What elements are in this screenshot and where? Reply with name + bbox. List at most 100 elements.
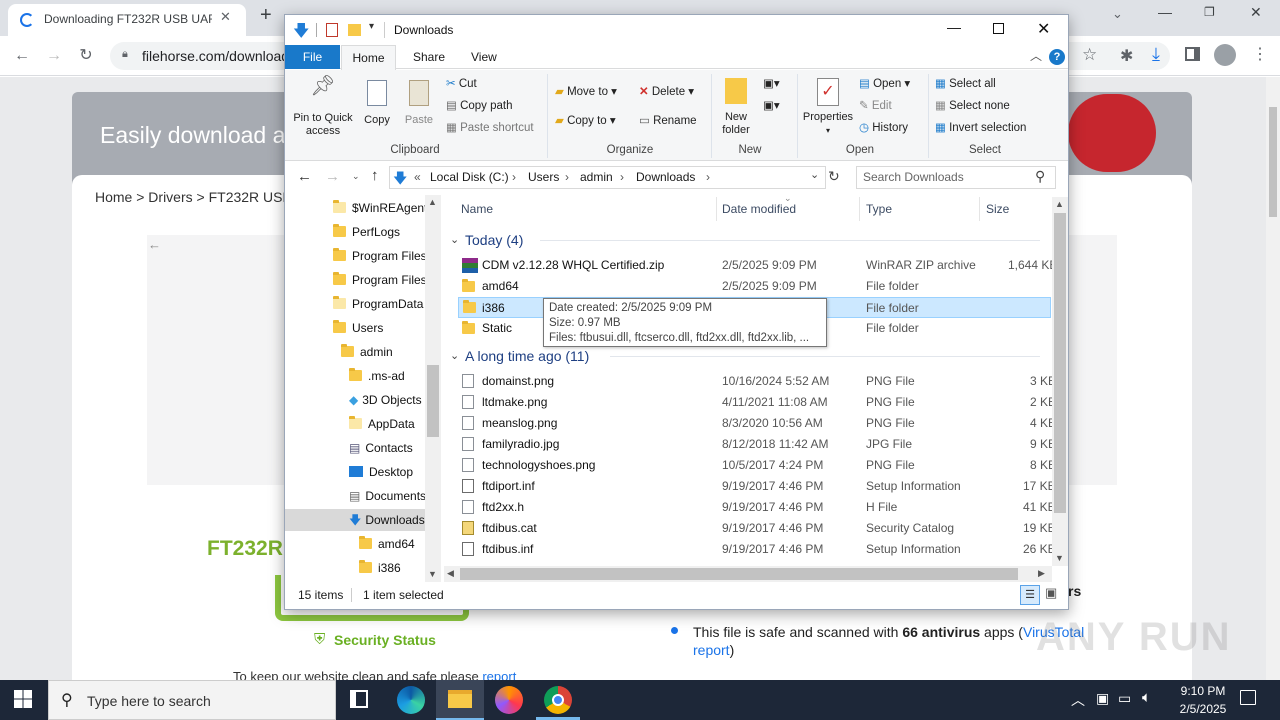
side-panel-icon[interactable] (1185, 47, 1200, 61)
edit-button[interactable]: ✎ Edit (859, 98, 892, 114)
page-scrollbar[interactable] (1266, 77, 1280, 680)
back-icon[interactable]: ← (8, 42, 36, 70)
tray-volume-icon[interactable]: 🔈︎ (1142, 689, 1151, 706)
crumb-downloads[interactable]: Downloads (636, 170, 695, 184)
qat-properties-icon[interactable] (326, 23, 338, 37)
cut-button[interactable]: ✂ Cut (446, 76, 477, 92)
clock-date[interactable]: 2/5/2025 (1168, 702, 1238, 716)
nav-item-winreagent[interactable]: $WinREAgent (333, 197, 427, 219)
nav-item-appdata[interactable]: AppData (349, 413, 415, 435)
column-header-type[interactable]: Type (866, 202, 892, 216)
rename-button[interactable]: ▭ Rename (639, 113, 697, 129)
new-item-button[interactable]: ▣▾ (763, 76, 780, 92)
bookmark-star-icon[interactable]: ☆ (1082, 45, 1097, 65)
windows-start-icon[interactable] (14, 690, 32, 708)
nav-item-amd64[interactable]: amd64 (359, 533, 415, 555)
file-row[interactable]: ftdiport.inf 9/19/2017 4:46 PM Setup Infor… (462, 476, 1056, 497)
nav-scrollbar[interactable]: ▲ ▼ (425, 195, 441, 582)
scroll-thumb[interactable] (1269, 107, 1277, 217)
file-row[interactable]: amd64 2/5/2025 9:09 PM File folder (462, 276, 1052, 297)
tray-monitor-icon[interactable]: ▭ (1118, 690, 1131, 707)
up-one-level-icon[interactable]: ↑ (371, 167, 379, 184)
list-horizontal-scrollbar[interactable]: ◀ ▶ (444, 566, 1052, 582)
nav-item-i386[interactable]: i386 (359, 557, 401, 579)
file-row[interactable]: familyradio.jpg 8/12/2018 11:42 AM JPG Fil… (462, 434, 1056, 455)
list-vertical-scrollbar[interactable]: ▲ ▼ (1052, 197, 1068, 566)
nav-back-icon[interactable]: ← (297, 168, 312, 185)
copy-button[interactable]: Copy (359, 80, 395, 127)
restore-icon[interactable]: ❐ (1204, 5, 1215, 19)
task-view-icon[interactable] (350, 690, 368, 708)
group-collapse-icon[interactable]: ⌄ (450, 233, 459, 246)
easy-access-button[interactable]: ▣▾ (763, 98, 780, 114)
column-header-date[interactable]: Date modified (722, 202, 796, 216)
crumb-admin[interactable]: admin (580, 170, 613, 184)
pin-quick-access-button[interactable]: 📌︎ Pin to Quick access (289, 76, 357, 138)
invert-selection-button[interactable]: ▦ Invert selection (935, 120, 1026, 136)
scroll-up-icon[interactable]: ▲ (1055, 199, 1064, 209)
scroll-left-icon[interactable]: ◀ (447, 568, 454, 579)
ex-close-icon[interactable]: ✕ (1037, 19, 1050, 39)
tab-search-icon[interactable]: ⌄ (1112, 6, 1123, 22)
nav-item-desktop[interactable]: Desktop (349, 461, 413, 483)
tab-file[interactable]: File (285, 45, 340, 69)
paste-button[interactable]: Paste (401, 80, 437, 127)
collapse-ribbon-icon[interactable]: ︿ (1030, 47, 1042, 64)
minimize-icon[interactable]: — (1158, 4, 1172, 20)
refresh-icon[interactable]: ↻ (828, 168, 840, 185)
edge-icon[interactable] (397, 686, 425, 714)
qat-folder-icon[interactable] (348, 24, 361, 36)
nav-item-program-files-x86[interactable]: Program Files (333, 269, 427, 291)
move-to-button[interactable]: ▰ Move to ▾ (555, 84, 617, 100)
scroll-down-icon[interactable]: ▼ (428, 569, 437, 579)
group-title-today[interactable]: Today (4) (465, 232, 523, 248)
nav-item-documents[interactable]: ▤ Documents (349, 485, 426, 507)
nav-item-admin[interactable]: admin (341, 341, 393, 363)
select-all-button[interactable]: ▦ Select all (935, 76, 996, 92)
breadcrumb[interactable]: Home > Drivers > FT232R USB (95, 189, 292, 205)
details-view-icon[interactable]: ☰ (1020, 585, 1040, 605)
downloads-icon[interactable]: ⤓ (1152, 44, 1160, 65)
extensions-icon[interactable]: ✱ (1120, 46, 1133, 66)
tray-network-icon[interactable]: ▣ (1096, 690, 1109, 707)
group-title-long-ago[interactable]: A long time ago (11) (465, 348, 589, 364)
nav-item-programdata[interactable]: ProgramData (333, 293, 423, 315)
notification-icon[interactable] (1240, 690, 1256, 705)
clock-time[interactable]: 9:10 PM (1172, 684, 1234, 698)
help-icon[interactable]: ? (1049, 49, 1065, 65)
tray-chevron-icon[interactable]: ︿ (1071, 690, 1085, 710)
nav-item-perflogs[interactable]: PerfLogs (333, 221, 400, 243)
close-window-icon[interactable]: ✕ (1250, 4, 1262, 21)
explorer-taskbar-button[interactable] (436, 680, 484, 720)
file-row[interactable]: meanslog.png 8/3/2020 10:56 AM PNG File 4 K… (462, 413, 1056, 434)
profile-avatar[interactable] (1214, 44, 1236, 66)
tab-share[interactable]: Share (413, 45, 445, 69)
qat-dropdown-icon[interactable]: ▾ (369, 21, 374, 32)
recent-locations-icon[interactable]: ⌄ (352, 171, 360, 182)
scroll-down-icon[interactable]: ▼ (1055, 553, 1064, 563)
new-tab-button[interactable]: + (260, 4, 272, 27)
file-row[interactable]: ftdibus.cat 9/19/2017 4:46 PM Security Cat… (462, 518, 1056, 539)
nav-item-contacts[interactable]: ▤ Contacts (349, 437, 413, 459)
file-row[interactable]: ftdibus.inf 9/19/2017 4:46 PM Setup Inform… (462, 539, 1056, 560)
nav-item-ms-ad[interactable]: .ms-ad (349, 365, 405, 387)
select-none-button[interactable]: ▦ Select none (935, 98, 1010, 114)
scroll-up-icon[interactable]: ▲ (428, 197, 437, 207)
delete-button[interactable]: ✕ Delete ▾ (639, 84, 694, 100)
tab-view[interactable]: View (471, 45, 497, 69)
ex-maximize-icon[interactable] (993, 23, 1004, 34)
h-scroll-thumb[interactable] (460, 568, 1018, 580)
nav-item-3d-objects[interactable]: ◆ 3D Objects (349, 389, 422, 411)
crumb-users[interactable]: Users (528, 170, 559, 184)
large-icons-view-icon[interactable]: ▣ (1045, 585, 1057, 601)
new-folder-button[interactable]: New folder (715, 78, 757, 137)
tab-close-icon[interactable]: ✕ (220, 9, 231, 25)
column-header-name[interactable]: Name (461, 202, 493, 216)
nav-item-downloads[interactable]: 🡇 Downloads (285, 509, 425, 531)
group-collapse-icon[interactable]: ⌄ (450, 349, 459, 362)
open-button[interactable]: ▤ Open ▾ (859, 76, 910, 92)
column-header-size[interactable]: Size (986, 202, 1009, 216)
nav-scroll-thumb[interactable] (427, 365, 439, 437)
file-row[interactable]: domainst.png 10/16/2024 5:52 AM PNG File 3 … (462, 371, 1056, 392)
ex-minimize-icon[interactable]: — (947, 19, 961, 35)
